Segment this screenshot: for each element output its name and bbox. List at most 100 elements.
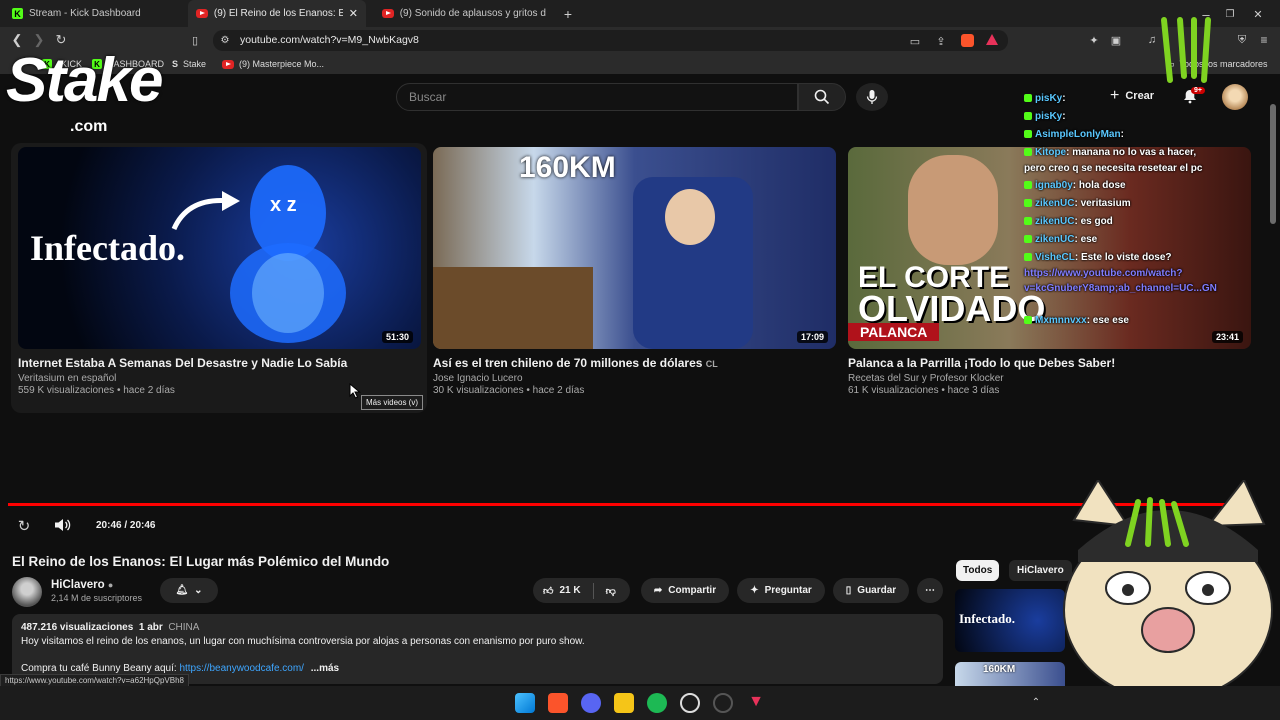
channel-name-link[interactable]: HiClavero ● <box>51 579 113 591</box>
side-video-thumbnail[interactable]: 160KM <box>955 662 1065 686</box>
chat-message: pisKy: <box>1024 111 1066 122</box>
channel-name-text: HiClavero <box>51 579 105 591</box>
triangle-app-icon[interactable]: ▼ <box>746 693 766 713</box>
bookmark-masterpiece[interactable]: (9) Masterpiece Mo... <box>222 54 324 74</box>
extensions-icon[interactable]: ✦ <box>1086 32 1102 48</box>
thumbnail-text: OLVIDADO <box>858 288 1046 329</box>
share-icon[interactable]: ⇪ <box>932 32 950 50</box>
video-title[interactable]: Así es el tren chileno de 70 millones de… <box>433 356 718 370</box>
channel-name[interactable]: Recetas del Sur y Profesor Klocker <box>848 373 1004 384</box>
video-thumbnail[interactable]: x z Infectado. 51:30 <box>18 147 421 349</box>
sidebar-icon[interactable]: ▣ <box>1108 32 1124 48</box>
tab-kick-dashboard[interactable]: K Stream - Kick Dashboard <box>4 0 184 27</box>
file-explorer-icon[interactable] <box>614 693 634 713</box>
brave-rewards-icon[interactable] <box>986 34 998 45</box>
page-title: El Reino de los Enanos: El Lugar más Pol… <box>12 554 390 569</box>
bookmark-stake[interactable]: S Stake <box>172 54 206 74</box>
maximize-icon[interactable]: ❐ <box>1220 4 1240 24</box>
more-icon: ⋯ <box>925 585 935 596</box>
show-more-button[interactable]: ...más <box>311 663 339 674</box>
brave-browser-icon[interactable] <box>548 693 568 713</box>
close-icon[interactable]: ✕ <box>349 7 358 20</box>
chat-username: Kitope <box>1035 147 1067 158</box>
video-meta: 559 K visualizaciones • hace 2 días <box>18 385 175 396</box>
side-video-thumbnail[interactable]: Infectado. <box>955 589 1065 652</box>
url-text[interactable]: youtube.com/watch?v=M9_NwbKagv8 <box>240 34 419 46</box>
menu-icon[interactable]: ≡ <box>1256 32 1272 48</box>
like-count: 21 K <box>559 585 581 596</box>
ask-button[interactable]: ✦ Preguntar <box>737 578 825 603</box>
close-window-icon[interactable]: ✕ <box>1248 4 1268 24</box>
tab-label: Stream - Kick Dashboard <box>29 8 141 19</box>
bookmark-label: Stake <box>183 59 207 69</box>
save-button[interactable]: ▯ Guardar <box>833 578 909 603</box>
music-icon[interactable]: ♫ <box>1144 32 1160 48</box>
scrollbar-thumb[interactable] <box>1270 104 1276 224</box>
chat-separator: : <box>1062 111 1066 122</box>
voice-search-button[interactable] <box>856 83 888 111</box>
bell-icon: 🔔︎ <box>175 585 189 596</box>
create-button[interactable]: + Crear <box>1110 86 1154 106</box>
new-tab-button[interactable]: + <box>558 4 578 24</box>
chat-message: AsimpleLonlyMan: <box>1024 129 1124 140</box>
thumbs-down-icon[interactable]: 👎︎ <box>606 585 616 597</box>
chevron-up-icon[interactable]: ⌃ <box>1028 694 1044 710</box>
thumbnail-text: 160KM <box>983 664 1016 675</box>
description-line: Compra tu café Bunny Beany aquí: https:/… <box>21 663 339 674</box>
cast-icon[interactable]: ▭ <box>906 32 924 50</box>
brave-shield-icon[interactable] <box>961 34 974 47</box>
channel-name[interactable]: Jose Ignacio Lucero <box>433 373 523 384</box>
share-button[interactable]: ➦ Compartir <box>641 578 729 603</box>
person-head <box>665 189 715 245</box>
chat-message: ignab0y: hola dose <box>1024 180 1126 191</box>
streamer-cat-avatar <box>1063 480 1273 686</box>
chat-message: v=kcGnuberY8amp;ab_channel=UC...GN <box>1024 283 1217 294</box>
channel-name[interactable]: Veritasium en español <box>18 373 116 384</box>
video-title-text: Así es el tren chileno de 70 millones de… <box>433 356 703 370</box>
tab-youtube-applause[interactable]: (9) Sonido de aplausos y gritos d <box>374 0 554 27</box>
site-settings-icon[interactable]: ⚙ <box>218 32 232 48</box>
app-icon[interactable] <box>680 693 700 713</box>
video-thumbnail[interactable]: 160KM 17:09 <box>433 147 836 349</box>
share-icon: ➦ <box>653 585 663 596</box>
subscription-bell-button[interactable]: 🔔︎ ⌄ <box>160 578 218 603</box>
vpn-icon[interactable]: ⛨ <box>1234 32 1250 48</box>
table-shape <box>433 267 593 349</box>
channel-avatar[interactable] <box>12 577 42 607</box>
chat-message: zikenUC: veritasium <box>1024 198 1131 209</box>
video-title[interactable]: Internet Estaba A Semanas Del Desastre y… <box>18 356 347 370</box>
kick-badge-icon <box>1024 130 1032 139</box>
more-actions-button[interactable]: ⋯ <box>917 578 943 603</box>
search-icon <box>814 89 830 105</box>
bookmark-icon[interactable]: ▯ <box>186 31 204 49</box>
chat-username: pisKy <box>1035 93 1063 104</box>
chat-text: Este lo viste dose? <box>1080 252 1172 263</box>
obs-icon[interactable] <box>713 693 733 713</box>
country-suffix: CL <box>705 359 718 369</box>
thumbs-up-icon: 👍︎ <box>543 585 554 597</box>
tab-youtube-video[interactable]: (9) El Reino de los Enanos: El Lug ✕ <box>188 0 366 27</box>
replay-icon[interactable]: ↻ <box>14 516 34 536</box>
description-line: Hoy visitamos el reino de los enanos, un… <box>21 636 585 647</box>
search-button[interactable] <box>798 83 846 111</box>
volume-icon[interactable] <box>54 518 72 532</box>
spotify-icon[interactable] <box>647 693 667 713</box>
chip-todos[interactable]: Todos <box>956 560 1000 581</box>
hashtag[interactable]: CHINA <box>168 622 199 633</box>
discord-icon[interactable] <box>581 693 601 713</box>
mouse-cursor-icon <box>349 383 361 399</box>
search-input[interactable]: Buscar <box>396 83 798 111</box>
create-label: Crear <box>1125 90 1155 102</box>
avatar[interactable] <box>1222 84 1248 110</box>
mic-icon <box>866 90 878 104</box>
video-title[interactable]: Palanca a la Parrilla ¡Todo lo que Debes… <box>848 356 1115 370</box>
chat-message: https://www.youtube.com/watch? <box>1024 268 1183 279</box>
windows-start-icon[interactable] <box>515 693 535 713</box>
like-button[interactable]: 👍︎ 21 K <box>543 585 581 597</box>
chat-message: Kitope: manana no lo vas a hacer, <box>1024 147 1196 158</box>
description-text: Compra tu café Bunny Beany aquí: <box>21 663 177 674</box>
youtube-icon <box>382 9 394 18</box>
description-link[interactable]: https://beanywoodcafe.com/ <box>179 663 304 674</box>
thumbnail-text: Infectado. <box>30 228 185 268</box>
divider <box>592 582 594 599</box>
